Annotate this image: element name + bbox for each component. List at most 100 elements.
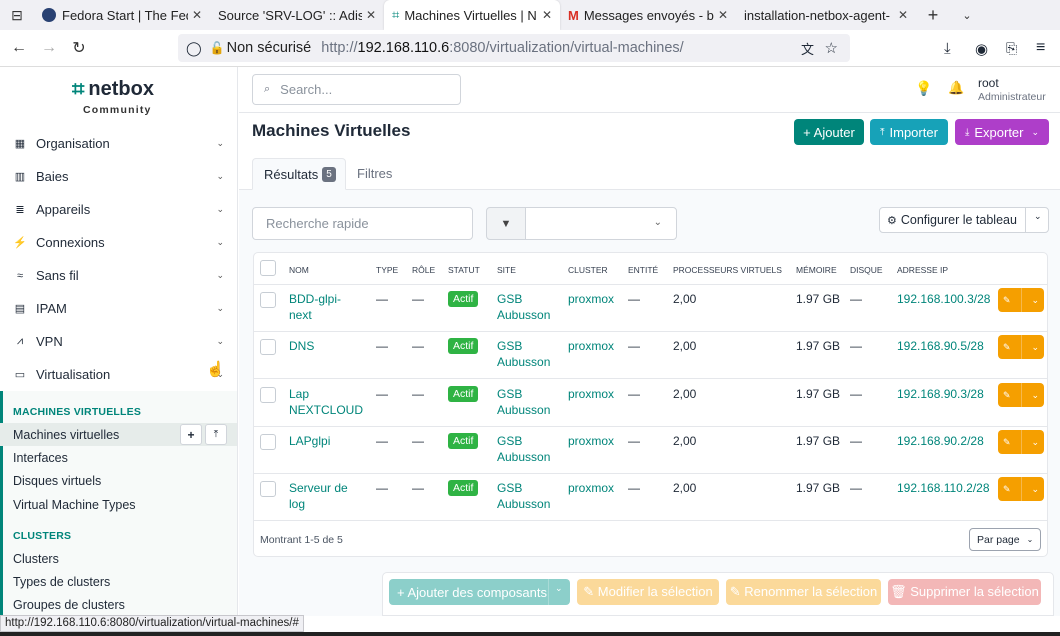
notification-bell-icon[interactable]: 🔔 [948, 80, 964, 96]
column-header-cluster[interactable]: Cluster [568, 265, 608, 275]
site-link[interactable]: GSB [497, 480, 522, 496]
site-link[interactable]: Aubusson [497, 496, 550, 512]
close-tab-icon[interactable]: ✕ [542, 8, 552, 22]
global-search-input[interactable]: ⌕ Search... [252, 74, 461, 105]
site-link[interactable]: Aubusson [497, 354, 550, 370]
row-checkbox[interactable] [260, 434, 276, 450]
sidebar-link-disques-virtuels[interactable]: Disques virtuels [0, 469, 237, 492]
edit-row-button[interactable]: ✎ ⌄ [998, 288, 1044, 312]
tab-filtres[interactable]: Filtres [357, 166, 392, 181]
sidebar-item-ipam[interactable]: ▤ IPAM ⌄ [0, 292, 237, 325]
sidebar-item-virtualisation[interactable]: ▭ Virtualisation ⌄ [0, 358, 237, 391]
close-tab-icon[interactable]: ✕ [366, 8, 376, 22]
column-header-nom[interactable]: Nom [289, 265, 309, 275]
rename-selected-button[interactable]: ✎ Renommer la sélection [726, 579, 881, 605]
browser-tab[interactable]: Source 'SRV-LOG' :: Adisc ✕ [210, 0, 384, 30]
sidebar-item-sans-fil[interactable]: ≈ Sans fil ⌄ [0, 259, 237, 292]
edit-selected-button[interactable]: ✎ Modifier la sélection [577, 579, 719, 605]
column-header-entite[interactable]: Entité [628, 265, 658, 275]
vm-name-link[interactable]: log [289, 496, 305, 512]
site-link[interactable]: GSB [497, 386, 522, 402]
sidebar-item-vpn[interactable]: ⩘ VPN ⌄ [0, 325, 237, 358]
import-vm-icon[interactable]: ⤒ [205, 424, 227, 445]
browser-tab[interactable]: installation-netbox-agent- ✕ [736, 0, 916, 30]
add-button[interactable]: + Ajouter [794, 119, 864, 145]
cluster-link[interactable]: proxmox [568, 386, 614, 402]
add-components-button[interactable]: + Ajouter des composants ⌄ [389, 579, 570, 605]
tab-resultats[interactable]: Résultats 5 [252, 158, 346, 190]
sidebar-link-machines-virtuelles[interactable]: Machines virtuelles + ⤒ [0, 423, 237, 446]
column-header-site[interactable]: Site [497, 265, 516, 275]
tab-overflow-chevron-icon[interactable]: ⌄ [950, 0, 984, 30]
column-header-statut[interactable]: Statut [448, 265, 480, 275]
browser-tab[interactable]: Fedora Start | The Fedo ✕ [34, 0, 210, 30]
sidebar-link-vm-types[interactable]: Virtual Machine Types [0, 493, 237, 516]
sidebar-item-appareils[interactable]: ≣ Appareils ⌄ [0, 193, 237, 226]
row-checkbox[interactable] [260, 339, 276, 355]
vm-name-link[interactable]: Lap [289, 386, 309, 402]
new-tab-icon[interactable]: + [916, 0, 950, 30]
ip-address-link[interactable]: 192.168.110.2/28 [897, 480, 990, 496]
site-link[interactable]: GSB [497, 433, 522, 449]
column-header-memoire[interactable]: Mémoire [796, 265, 837, 275]
sidebar-item-connexions[interactable]: ⚡ Connexions ⌄ [0, 226, 237, 259]
vm-name-link[interactable]: BDD-glpi- [289, 291, 341, 307]
column-header-disque[interactable]: Disque [850, 265, 883, 275]
edit-row-button[interactable]: ✎ ⌄ [998, 335, 1044, 359]
forward-icon[interactable]: → [34, 39, 64, 57]
sidebar-item-baies[interactable]: ▥ Baies ⌄ [0, 160, 237, 193]
reload-icon[interactable]: ↻ [64, 38, 94, 58]
row-checkbox[interactable] [260, 387, 276, 403]
vm-name-link[interactable]: LAPglpi [289, 433, 330, 449]
column-header-type[interactable]: Type [376, 265, 398, 275]
edit-row-button[interactable]: ✎ ⌄ [998, 477, 1044, 501]
netbox-logo[interactable]: ⌗ netbox [72, 76, 154, 102]
tab-list-icon[interactable]: ⊟ [0, 0, 34, 30]
add-vm-icon[interactable]: + [180, 424, 202, 445]
row-checkbox[interactable] [260, 481, 276, 497]
site-link[interactable]: Aubusson [497, 449, 550, 465]
configure-table-button[interactable]: ⚙ Configurer le tableau ⌄ [879, 207, 1049, 233]
cluster-link[interactable]: proxmox [568, 433, 614, 449]
close-tab-icon[interactable]: ✕ [718, 8, 728, 22]
translate-icon[interactable]: 文 [801, 39, 814, 58]
vm-name-link[interactable]: DNS [289, 338, 314, 354]
close-tab-icon[interactable]: ✕ [192, 8, 202, 22]
cluster-link[interactable]: proxmox [568, 338, 614, 354]
sidebar-link-clusters[interactable]: Clusters [0, 547, 237, 570]
column-header-vcpus[interactable]: Processeurs virtuels [673, 265, 782, 275]
sidebar-item-organisation[interactable]: ▦ Organisation ⌄ [0, 127, 237, 160]
site-link[interactable]: Aubusson [497, 307, 550, 323]
cluster-link[interactable]: proxmox [568, 480, 614, 496]
browser-tab[interactable]: M Messages envoyés - b ✕ [560, 0, 736, 30]
column-header-adresse-ip[interactable]: Adresse IP [897, 265, 948, 275]
select-all-checkbox[interactable] [260, 260, 276, 276]
site-link[interactable]: Aubusson [497, 402, 550, 418]
site-link[interactable]: GSB [497, 338, 522, 354]
ip-address-link[interactable]: 192.168.90.5/28 [897, 338, 984, 354]
bookmark-star-icon[interactable]: ☆ [825, 39, 838, 57]
user-name[interactable]: root [978, 76, 999, 90]
site-link[interactable]: GSB [497, 291, 522, 307]
per-page-select[interactable]: Par page ⌄ [969, 528, 1041, 551]
extensions-icon[interactable]: ⎘ [1006, 40, 1017, 57]
column-header-role[interactable]: Rôle [412, 265, 435, 275]
import-button[interactable]: ⤒ Importer [870, 119, 948, 145]
export-button[interactable]: ⤓ Exporter ⌄ [955, 119, 1049, 145]
sidebar-link-interfaces[interactable]: Interfaces [0, 446, 237, 469]
lightbulb-icon[interactable]: 💡 [915, 80, 932, 97]
sidebar-link-cluster-groups[interactable]: Groupes de clusters [0, 593, 237, 616]
cluster-link[interactable]: proxmox [568, 291, 614, 307]
address-bar[interactable]: ◯ 🔓 Non sécurisé http://192.168.110.6:80… [178, 34, 850, 62]
downloads-icon[interactable]: ⤓ [944, 40, 951, 57]
vm-name-link[interactable]: next [289, 307, 312, 323]
menu-icon[interactable]: ≡ [1036, 39, 1045, 57]
browser-tab-active[interactable]: ⌗ Machines Virtuelles | N ✕ [384, 0, 560, 30]
delete-selected-button[interactable]: 🗑 Supprimer la sélection [888, 579, 1041, 605]
vm-name-link[interactable]: Serveur de [289, 480, 348, 496]
ip-address-link[interactable]: 192.168.90.3/28 [897, 386, 984, 402]
sidebar-link-cluster-types[interactable]: Types de clusters [0, 570, 237, 593]
quick-search-input[interactable]: Recherche rapide [252, 207, 473, 240]
account-icon[interactable]: ◉ [975, 40, 988, 58]
ip-address-link[interactable]: 192.168.90.2/28 [897, 433, 984, 449]
